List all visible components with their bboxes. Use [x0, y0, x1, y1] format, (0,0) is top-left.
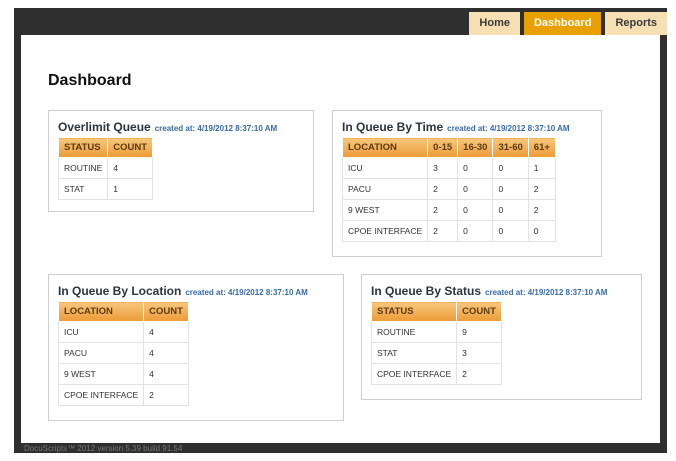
table-cell: 2: [527, 199, 556, 221]
queue-by-location-panel: In Queue By Location created at: 4/19/201…: [48, 274, 344, 421]
tab-dashboard[interactable]: Dashboard: [523, 12, 602, 35]
table-row: STAT 1: [57, 178, 154, 200]
table-cell: 4: [143, 363, 189, 385]
table-cell: 3: [456, 342, 502, 364]
created-timestamp: created at: 4/19/2012 8:37:10 AM: [485, 288, 608, 297]
table-header-row: LOCATION 0-15 16-30 31-60 61+: [341, 137, 556, 158]
column-header[interactable]: COUNT: [143, 301, 189, 322]
table-row: CPOE INTERFACE 2 0 0 0: [341, 220, 556, 242]
table-cell: 0: [457, 199, 494, 221]
queue-by-location-table: LOCATION COUNT ICU 4 PACU 4 9 WEST 4 CPOE INTERF…: [57, 301, 189, 406]
table-cell: CPOE INTERFACE: [341, 220, 429, 242]
table-cell: 9 WEST: [341, 199, 429, 221]
top-nav: Home Dashboard Reports: [465, 12, 667, 35]
content-area: Dashboard Overlimit Queue created at: 4/1…: [21, 35, 660, 443]
table-row: ROUTINE 9: [370, 321, 502, 343]
created-timestamp: created at: 4/19/2012 8:37:10 AM: [154, 124, 278, 133]
column-header[interactable]: LOCATION: [57, 301, 145, 322]
tab-reports[interactable]: Reports: [605, 12, 667, 35]
table-row: 9 WEST 4: [57, 363, 189, 385]
table-row: PACU 2 0 0 2: [341, 178, 556, 200]
table-cell: CPOE INTERFACE: [57, 384, 145, 406]
table-cell: PACU: [57, 342, 145, 364]
column-header[interactable]: STATUS: [57, 137, 109, 158]
panel-title: In Queue By Time: [342, 120, 444, 134]
created-timestamp: created at: 4/19/2012 8:37:10 AM: [185, 288, 308, 297]
version-footer: DocuScripts™ 2012 version 5.39 build 91.…: [24, 444, 183, 453]
table-cell: 0: [527, 220, 556, 242]
table-cell: 2: [527, 178, 556, 200]
overlimit-queue-panel: Overlimit Queue created at: 4/19/2012 8:3…: [48, 110, 314, 212]
column-header[interactable]: 31-60: [492, 137, 529, 158]
table-cell: 9: [456, 321, 502, 343]
table-row: CPOE INTERFACE 2: [370, 363, 502, 385]
table-cell: 0: [492, 220, 529, 242]
table-cell: 4: [143, 321, 189, 343]
table-header-row: STATUS COUNT: [370, 301, 502, 322]
column-header[interactable]: 0-15: [427, 137, 459, 158]
tab-home[interactable]: Home: [469, 12, 520, 35]
panel-title: In Queue By Location: [58, 284, 182, 298]
column-header[interactable]: 16-30: [457, 137, 494, 158]
table-cell: 0: [457, 157, 494, 179]
queue-by-status-panel: In Queue By Status created at: 4/19/2012 …: [361, 274, 642, 400]
table-cell: 4: [107, 157, 154, 179]
table-cell: 0: [492, 199, 529, 221]
panel-title: Overlimit Queue: [58, 120, 151, 134]
table-cell: ICU: [57, 321, 145, 343]
table-header-row: STATUS COUNT: [57, 137, 154, 158]
table-cell: 0: [457, 178, 494, 200]
table-row: ICU 3 0 0 1: [341, 157, 556, 179]
table-cell: 2: [427, 199, 459, 221]
column-header[interactable]: COUNT: [456, 301, 502, 322]
table-cell: ROUTINE: [370, 321, 458, 343]
table-row: CPOE INTERFACE 2: [57, 384, 189, 406]
table-cell: 0: [457, 220, 494, 242]
table-cell: STAT: [57, 178, 109, 200]
table-cell: 4: [143, 342, 189, 364]
table-cell: STAT: [370, 342, 458, 364]
table-cell: 2: [427, 178, 459, 200]
column-header[interactable]: COUNT: [107, 137, 154, 158]
queue-by-status-table: STATUS COUNT ROUTINE 9 STAT 3 CPOE INTERFACE 2: [370, 301, 502, 385]
table-cell: 3: [427, 157, 459, 179]
panel-title: In Queue By Status: [371, 284, 482, 298]
table-cell: 1: [107, 178, 154, 200]
table-cell: ROUTINE: [57, 157, 109, 179]
column-header[interactable]: LOCATION: [341, 137, 429, 158]
table-cell: 2: [143, 384, 189, 406]
table-cell: CPOE INTERFACE: [370, 363, 458, 385]
table-row: ICU 4: [57, 321, 189, 343]
created-timestamp: created at: 4/19/2012 8:37:10 AM: [447, 124, 570, 133]
app-window: Home Dashboard Reports Dashboard Overlim…: [14, 8, 667, 453]
table-row: STAT 3: [370, 342, 502, 364]
table-header-row: LOCATION COUNT: [57, 301, 189, 322]
table-cell: 2: [456, 363, 502, 385]
table-cell: ICU: [341, 157, 429, 179]
page-title: Dashboard: [48, 72, 132, 89]
queue-by-time-panel: In Queue By Time created at: 4/19/2012 8:…: [332, 110, 602, 257]
table-row: 9 WEST 2 0 0 2: [341, 199, 556, 221]
table-cell: 0: [492, 157, 529, 179]
table-cell: 0: [492, 178, 529, 200]
table-row: ROUTINE 4: [57, 157, 154, 179]
queue-by-time-table: LOCATION 0-15 16-30 31-60 61+ ICU 3 0 0 1 PACU 2 0 0 2…: [341, 137, 556, 242]
table-cell: 1: [527, 157, 556, 179]
table-cell: 9 WEST: [57, 363, 145, 385]
table-row: PACU 4: [57, 342, 189, 364]
table-cell: 2: [427, 220, 459, 242]
column-header[interactable]: 61+: [527, 137, 556, 158]
column-header[interactable]: STATUS: [370, 301, 458, 322]
overlimit-queue-table: STATUS COUNT ROUTINE 4 STAT 1: [57, 137, 154, 200]
table-cell: PACU: [341, 178, 429, 200]
